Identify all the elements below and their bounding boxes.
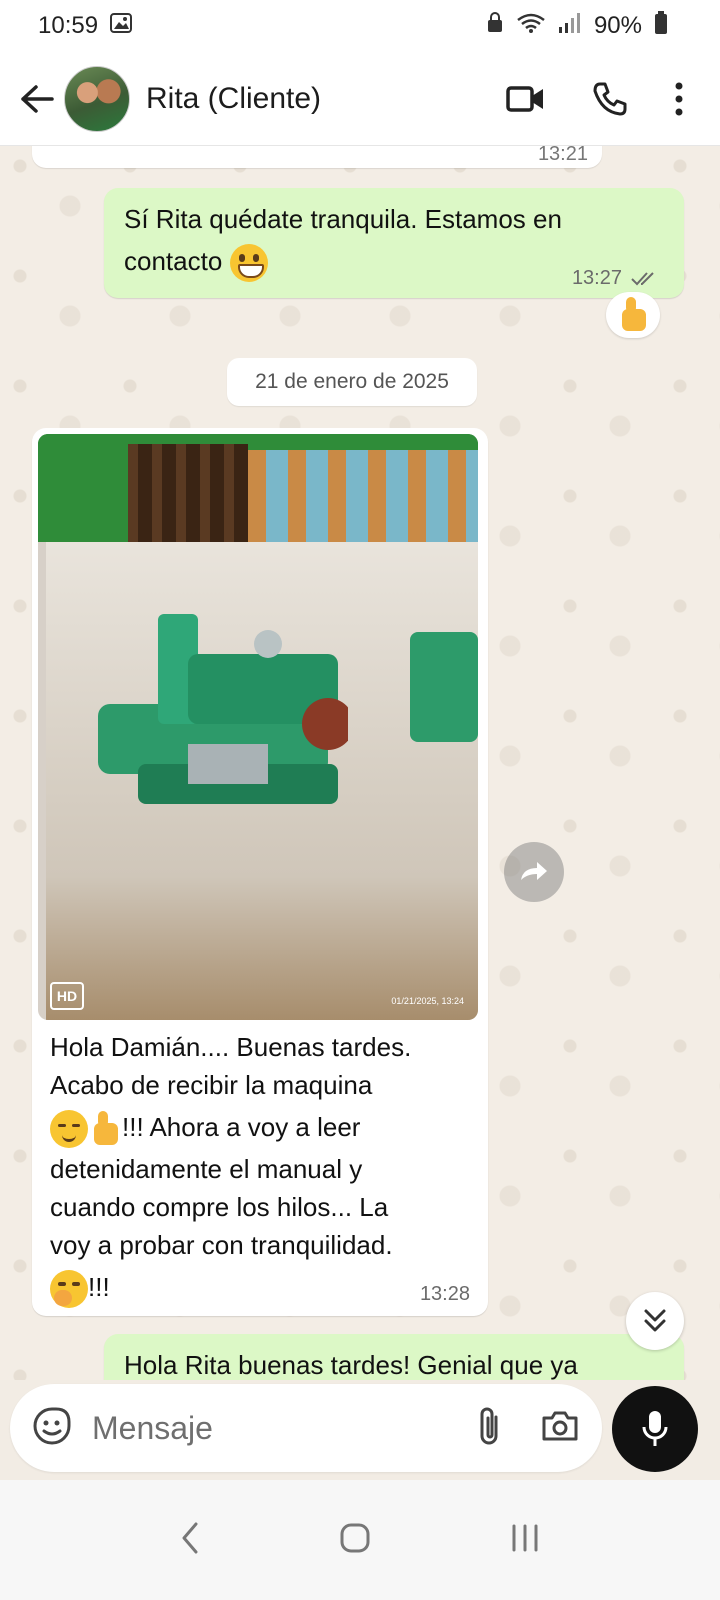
message-time: 13:27 xyxy=(571,267,622,289)
message-line: !!! Ahora a voy a leer xyxy=(122,1112,361,1142)
message-line: contacto xyxy=(124,246,223,276)
incoming-message[interactable]: HD 01/21/2025, 13:24 Hola Damián.... Bue… xyxy=(32,428,488,1316)
composer-actions xyxy=(476,1405,580,1452)
back-button[interactable] xyxy=(12,69,62,129)
photo-bed xyxy=(248,450,478,542)
message-input[interactable]: Mensaje xyxy=(92,1410,476,1447)
message-line-with-emoji: !!! Ahora a voy a leer xyxy=(50,1104,470,1150)
message-photo[interactable]: HD 01/21/2025, 13:24 xyxy=(38,434,478,1020)
sticker-icon xyxy=(33,1407,71,1444)
date-separator: 21 de enero de 2025 xyxy=(227,358,477,406)
message-composer: Mensaje xyxy=(10,1384,602,1472)
photo-timestamp: 01/21/2025, 13:24 xyxy=(391,996,464,1006)
outgoing-message[interactable]: Sí Rita quédate tranquila. Estamos en co… xyxy=(104,188,684,298)
message-meta: 13:28 xyxy=(420,1283,470,1306)
battery-level: 90% xyxy=(593,12,642,39)
hand-over-mouth-emoji-icon xyxy=(50,1270,88,1309)
phone-icon xyxy=(593,82,627,115)
forward-button[interactable] xyxy=(504,842,564,902)
status-time: 10:59 xyxy=(38,12,99,39)
message-time: 13:21 xyxy=(537,146,588,165)
message-line: Hola Rita buenas tardes! Genial que ya xyxy=(124,1350,578,1380)
hd-badge: HD xyxy=(50,982,84,1010)
header-actions xyxy=(506,81,684,117)
camera-button[interactable] xyxy=(540,1409,580,1448)
message-text: Hola Damián.... Buenas tardes. Acabo de … xyxy=(50,1028,470,1310)
status-right: 90% xyxy=(486,10,668,42)
nav-back-button[interactable] xyxy=(180,1521,200,1560)
message-line: voy a probar con tranquilidad. xyxy=(50,1230,393,1260)
message-text: Hola Rita buenas tardes! Genial que ya xyxy=(124,1344,664,1380)
forward-icon xyxy=(521,862,547,880)
alarm-lock-icon xyxy=(486,11,504,41)
video-call-button[interactable] xyxy=(506,84,546,114)
double-chevron-down-icon xyxy=(644,1309,666,1332)
message-meta: 13:27 xyxy=(572,267,660,290)
photo-chair xyxy=(128,444,248,554)
chat-header: Rita (Cliente) xyxy=(0,52,720,146)
nav-home-icon xyxy=(340,1523,370,1552)
thumbs-up-icon xyxy=(88,1111,122,1147)
paperclip-icon xyxy=(480,1407,498,1444)
message-line: Hola Damián.... Buenas tardes. xyxy=(50,1032,412,1062)
gallery-notification-icon xyxy=(110,12,133,40)
message-line: !!! xyxy=(88,1272,110,1302)
attach-button[interactable] xyxy=(476,1405,502,1452)
message-line: Acabo de recibir la maquina xyxy=(50,1070,373,1100)
double-check-icon xyxy=(631,271,654,285)
message-line: cuando compre los hilos... La xyxy=(50,1192,389,1222)
previous-message-bubble[interactable]: 13:21 xyxy=(32,146,602,168)
message-time: 13:28 xyxy=(419,1283,470,1305)
sticker-button[interactable] xyxy=(32,1406,72,1451)
wifi-icon xyxy=(516,12,546,41)
more-vert-icon xyxy=(675,82,683,115)
nav-back-icon xyxy=(182,1522,198,1553)
nav-home-button[interactable] xyxy=(339,1522,371,1559)
avatar[interactable] xyxy=(64,65,130,132)
contact-name[interactable]: Rita (Cliente) xyxy=(146,82,506,116)
message-line: Sí Rita quédate tranquila. Estamos en xyxy=(124,204,562,234)
smirking-face-emoji-icon xyxy=(50,1110,88,1149)
voice-call-button[interactable] xyxy=(592,81,628,117)
grinning-face-emoji-icon xyxy=(229,244,268,283)
camera-icon xyxy=(542,1411,578,1440)
system-nav-bar xyxy=(0,1480,720,1600)
message-reaction[interactable] xyxy=(606,292,660,338)
scroll-to-bottom-button[interactable] xyxy=(626,1292,684,1350)
chat-area[interactable]: 13:21 Sí Rita quédate tranquila. Estamos… xyxy=(0,146,720,1380)
voice-message-button[interactable] xyxy=(612,1386,698,1472)
microphone-icon xyxy=(642,1411,668,1446)
nav-recents-button[interactable] xyxy=(510,1523,540,1558)
status-bar: 10:59 90% xyxy=(0,0,720,52)
message-line: detenidamente el manual y xyxy=(50,1154,363,1184)
more-options-button[interactable] xyxy=(674,82,684,116)
outgoing-message[interactable]: Hola Rita buenas tardes! Genial que ya xyxy=(104,1334,684,1380)
back-arrow-icon xyxy=(21,84,54,113)
thumbs-up-icon xyxy=(616,297,650,333)
status-left: 10:59 xyxy=(38,12,133,40)
nav-recents-icon xyxy=(512,1524,538,1551)
sewing-machine-image xyxy=(98,614,348,804)
signal-icon xyxy=(558,12,582,41)
video-call-icon xyxy=(506,85,543,112)
message-line-with-emoji: !!! xyxy=(50,1264,470,1310)
pedal-image xyxy=(410,632,478,742)
battery-icon xyxy=(654,10,668,42)
